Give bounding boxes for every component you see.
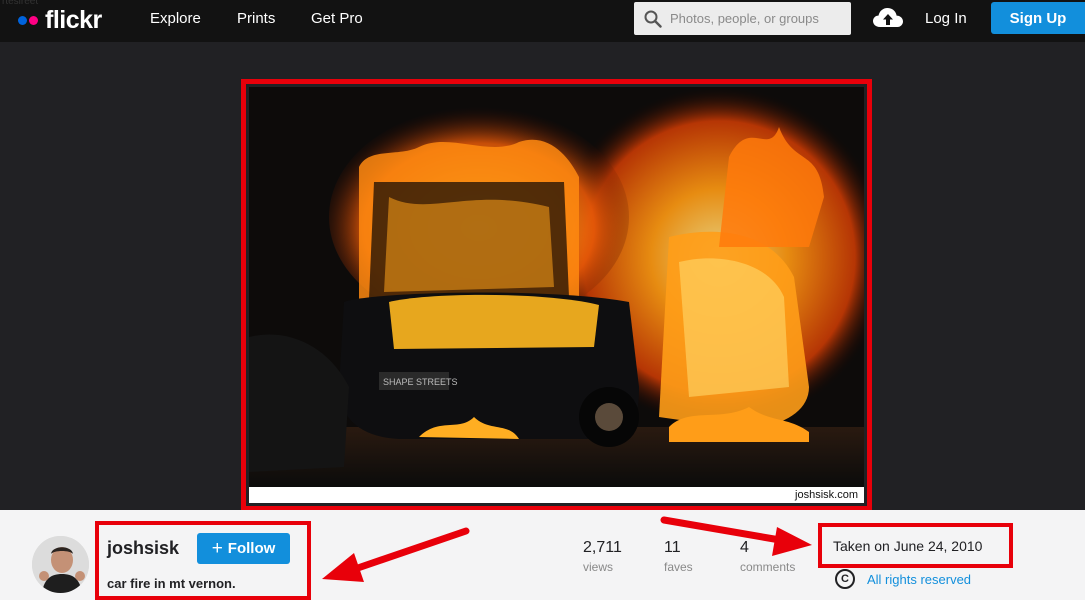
nav-get-pro[interactable]: Get Pro: [311, 10, 363, 27]
flickr-logo[interactable]: flickr: [18, 5, 102, 35]
photo-stage: SHAPE STREETS joshsisk.com: [0, 42, 1085, 535]
avatar[interactable]: [32, 536, 89, 593]
signup-button[interactable]: Sign Up: [991, 2, 1085, 34]
top-nav: rtesireet flickr Explore Prints Get Pro …: [0, 0, 1085, 42]
main-photo[interactable]: SHAPE STREETS joshsisk.com: [249, 87, 864, 503]
upload-cloud-icon[interactable]: [872, 6, 904, 30]
comments-count: 4: [740, 539, 749, 556]
photo-highlight-box: SHAPE STREETS joshsisk.com: [241, 79, 872, 511]
date-taken[interactable]: Taken on June 24, 2010: [833, 538, 982, 554]
faves-count: 11: [664, 539, 681, 556]
license-info: C All rights reserved: [835, 569, 971, 589]
search-icon[interactable]: [644, 10, 662, 28]
photo-caption: car fire in mt vernon.: [107, 576, 236, 591]
login-link[interactable]: Log In: [925, 10, 967, 27]
owner-username[interactable]: joshsisk: [107, 538, 179, 559]
photo-info-bar: joshsisk + Follow car fire in mt vernon.…: [0, 510, 1085, 600]
copyright-icon: C: [835, 569, 855, 589]
search-box[interactable]: [634, 2, 851, 35]
views-count: 2,711: [583, 539, 622, 556]
follow-button[interactable]: + Follow: [197, 533, 290, 564]
search-input[interactable]: [670, 11, 840, 26]
plate-text: SHAPE STREETS: [383, 377, 458, 387]
follow-label: Follow: [227, 540, 276, 557]
license-link[interactable]: All rights reserved: [867, 572, 971, 587]
comments-stat: 4 comments: [740, 539, 795, 574]
nav-explore[interactable]: Explore: [150, 10, 201, 27]
views-stat: 2,711 views: [583, 539, 622, 574]
plus-icon: +: [211, 537, 223, 559]
owner-highlight-box: joshsisk + Follow car fire in mt vernon.: [95, 521, 311, 600]
car-fire-image: SHAPE STREETS: [249, 87, 864, 503]
logo-blue-dot: [18, 15, 27, 25]
logo-wordmark: flickr: [45, 5, 102, 34]
date-highlight-box: Taken on June 24, 2010: [818, 523, 1013, 568]
logo-pink-dot: [29, 15, 38, 25]
faves-label: faves: [664, 560, 693, 574]
photo-watermark: joshsisk.com: [795, 489, 858, 501]
faves-stat: 11 faves: [664, 539, 693, 574]
views-label: views: [583, 560, 614, 574]
nav-prints[interactable]: Prints: [237, 10, 275, 27]
comments-label: comments: [740, 560, 796, 574]
